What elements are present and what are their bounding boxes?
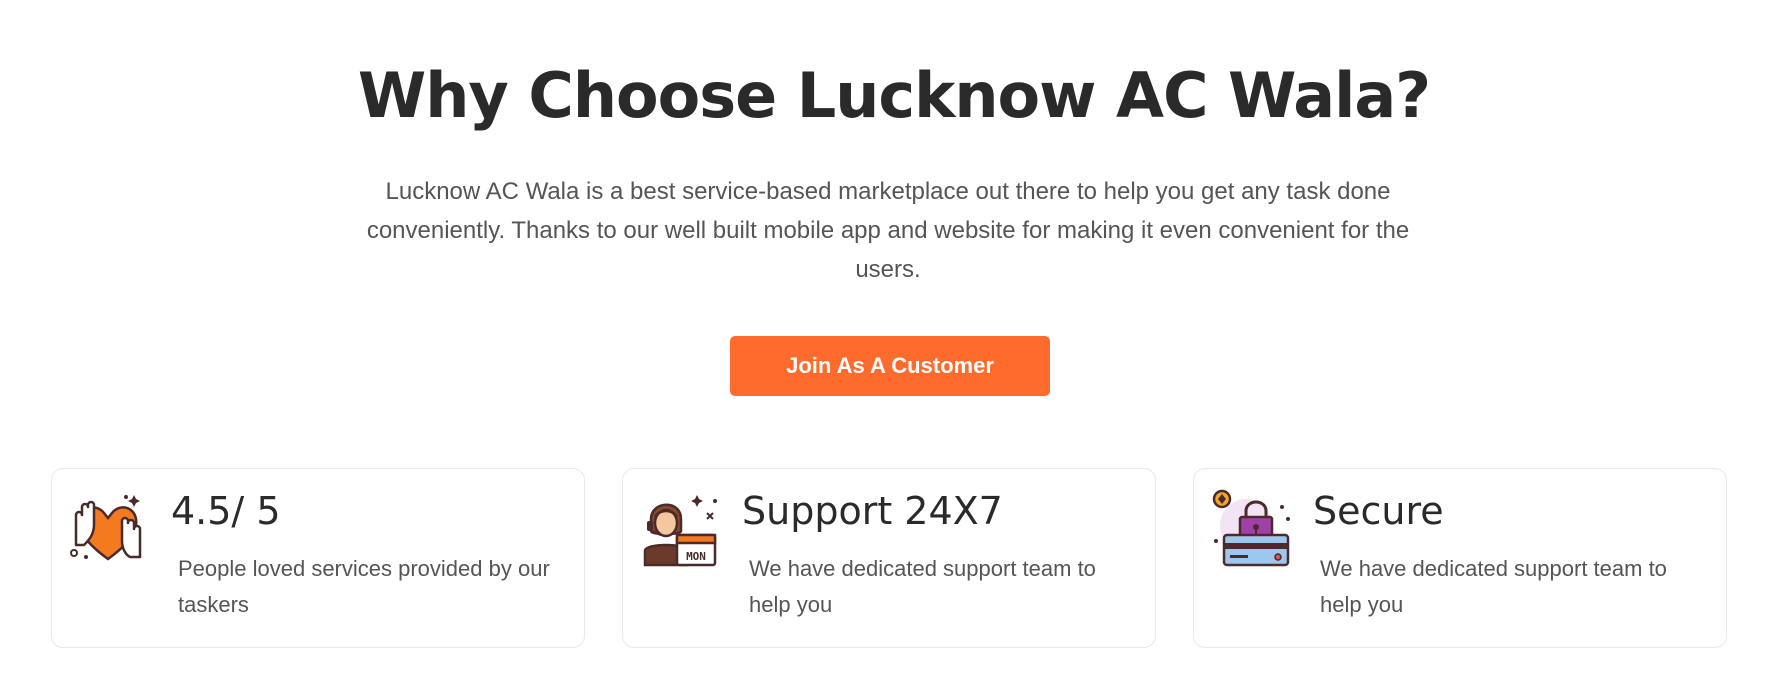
- feature-card-secure: Secure We have dedicated support team to…: [1193, 468, 1727, 648]
- feature-description: We have dedicated support team to help y…: [1320, 556, 1667, 617]
- feature-description: People loved services provided by our ta…: [178, 556, 550, 617]
- feature-title: Secure: [1313, 489, 1444, 533]
- secure-payment-icon: [1208, 485, 1292, 569]
- heart-hands-icon: [66, 485, 150, 569]
- feature-title: 4.5/ 5: [171, 489, 281, 533]
- support-agent-icon: MON: [637, 485, 721, 569]
- join-as-customer-button[interactable]: Join As A Customer: [730, 336, 1050, 396]
- why-choose-section: Why Choose Lucknow AC Wala? Lucknow AC W…: [0, 0, 1788, 694]
- feature-title: Support 24X7: [742, 489, 1003, 533]
- section-heading: Why Choose Lucknow AC Wala?: [357, 59, 1431, 132]
- svg-text:MON: MON: [686, 550, 706, 563]
- feature-card-rating: 4.5/ 5 People loved services provided by…: [51, 468, 585, 648]
- section-intro: Lucknow AC Wala is a best service-based …: [366, 178, 1410, 283]
- feature-card-support: MON Support 24X7 We have dedicated suppo…: [622, 468, 1156, 648]
- feature-description: We have dedicated support team to help y…: [749, 556, 1096, 617]
